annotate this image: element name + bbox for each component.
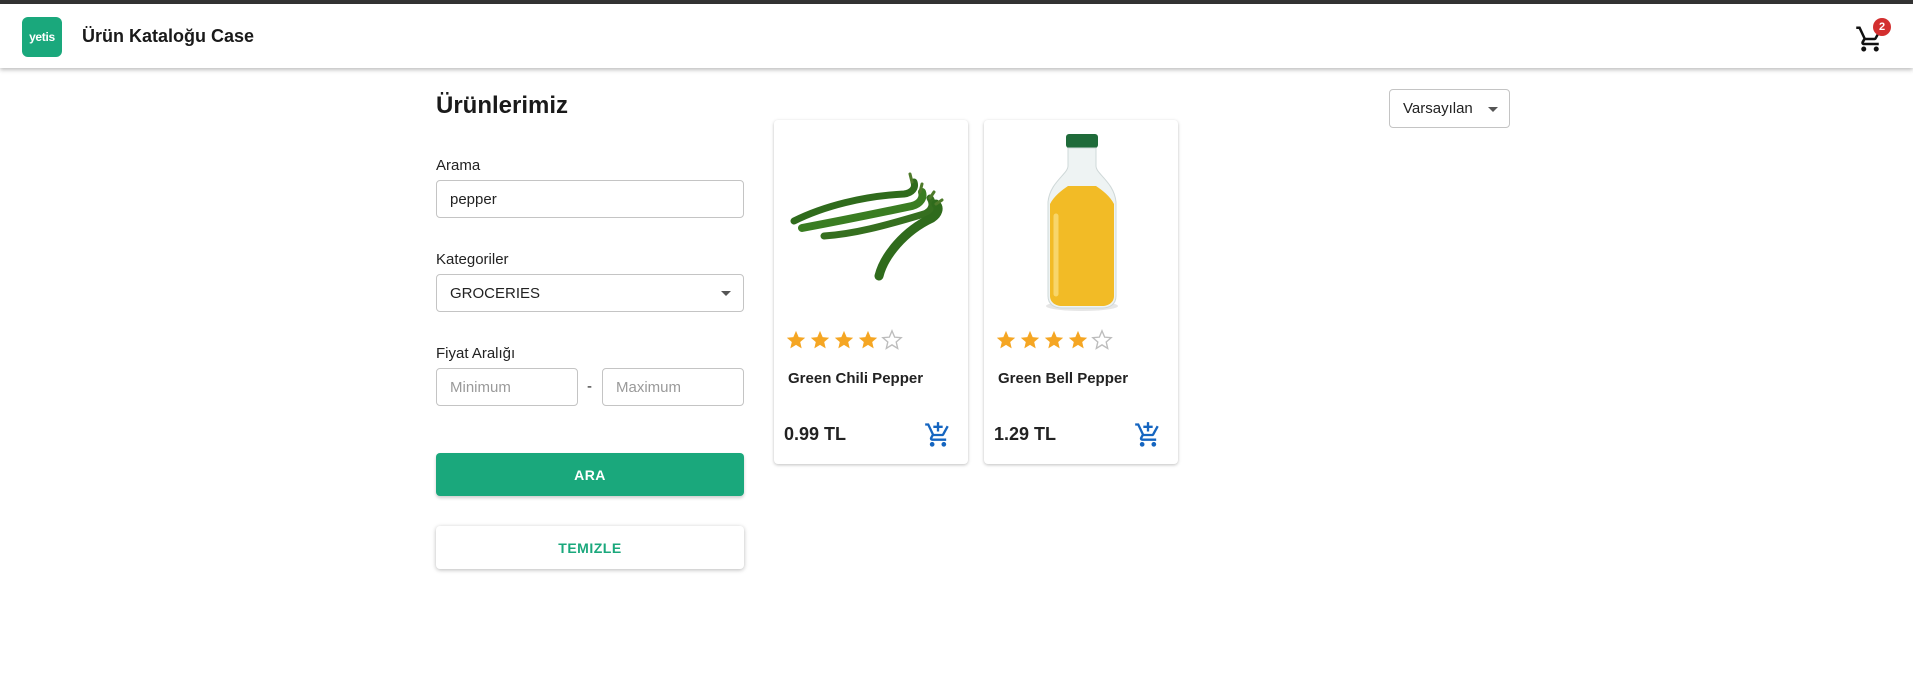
chevron-down-icon	[721, 291, 731, 296]
star-filled-icon	[1044, 330, 1064, 349]
star-filled-icon	[1020, 330, 1040, 349]
star-filled-icon	[1068, 330, 1088, 349]
rating-stars	[995, 329, 1113, 351]
star-empty-icon	[881, 329, 903, 350]
cart-count-badge: 2	[1873, 18, 1891, 36]
star-filled-icon	[858, 330, 878, 349]
green-chili-pepper-image	[790, 172, 944, 281]
app-title: Ürün Kataloğu Case	[82, 26, 255, 46]
search-button[interactable]: ARA	[436, 453, 744, 496]
sort-select-value: Varsayılan	[1403, 100, 1473, 117]
product-name: Green Chili Pepper	[788, 370, 924, 387]
app-bar: yetis Ürün Kataloğu Case 2	[0, 4, 1913, 68]
product-price: 1.29 TL	[994, 424, 1057, 444]
product-card[interactable]: Green Chili Pepper 0.99 TL	[774, 120, 968, 464]
star-filled-icon	[834, 330, 854, 349]
star-filled-icon	[810, 330, 830, 349]
star-empty-icon	[1091, 329, 1113, 350]
price-range-label: Fiyat Aralığı	[436, 345, 516, 362]
product-price: 0.99 TL	[784, 424, 847, 444]
app-logo[interactable]: yetis	[22, 17, 62, 57]
chevron-down-icon	[1488, 107, 1498, 112]
product-card[interactable]: Green Bell Pepper 1.29 TL	[984, 120, 1178, 464]
rating-stars	[785, 329, 903, 351]
clear-button[interactable]: TEMIZLE	[436, 526, 744, 569]
price-max-input[interactable]	[602, 368, 744, 406]
add-to-cart-icon[interactable]	[924, 421, 952, 449]
price-min-input[interactable]	[436, 368, 578, 406]
page-title: Ürünlerimiz	[436, 92, 569, 119]
price-range-separator: -	[587, 378, 592, 395]
search-label: Arama	[436, 157, 481, 174]
product-name: Green Bell Pepper	[998, 370, 1129, 387]
add-to-cart-icon[interactable]	[1134, 421, 1162, 449]
star-filled-icon	[786, 330, 806, 349]
category-label: Kategoriler	[436, 251, 509, 268]
category-select-value: GROCERIES	[450, 284, 541, 302]
search-input[interactable]	[436, 180, 744, 218]
category-select[interactable]: GROCERIES	[436, 274, 744, 312]
juice-bottle-image	[1046, 134, 1118, 311]
sort-select[interactable]: Varsayılan	[1389, 89, 1510, 128]
star-filled-icon	[996, 330, 1016, 349]
